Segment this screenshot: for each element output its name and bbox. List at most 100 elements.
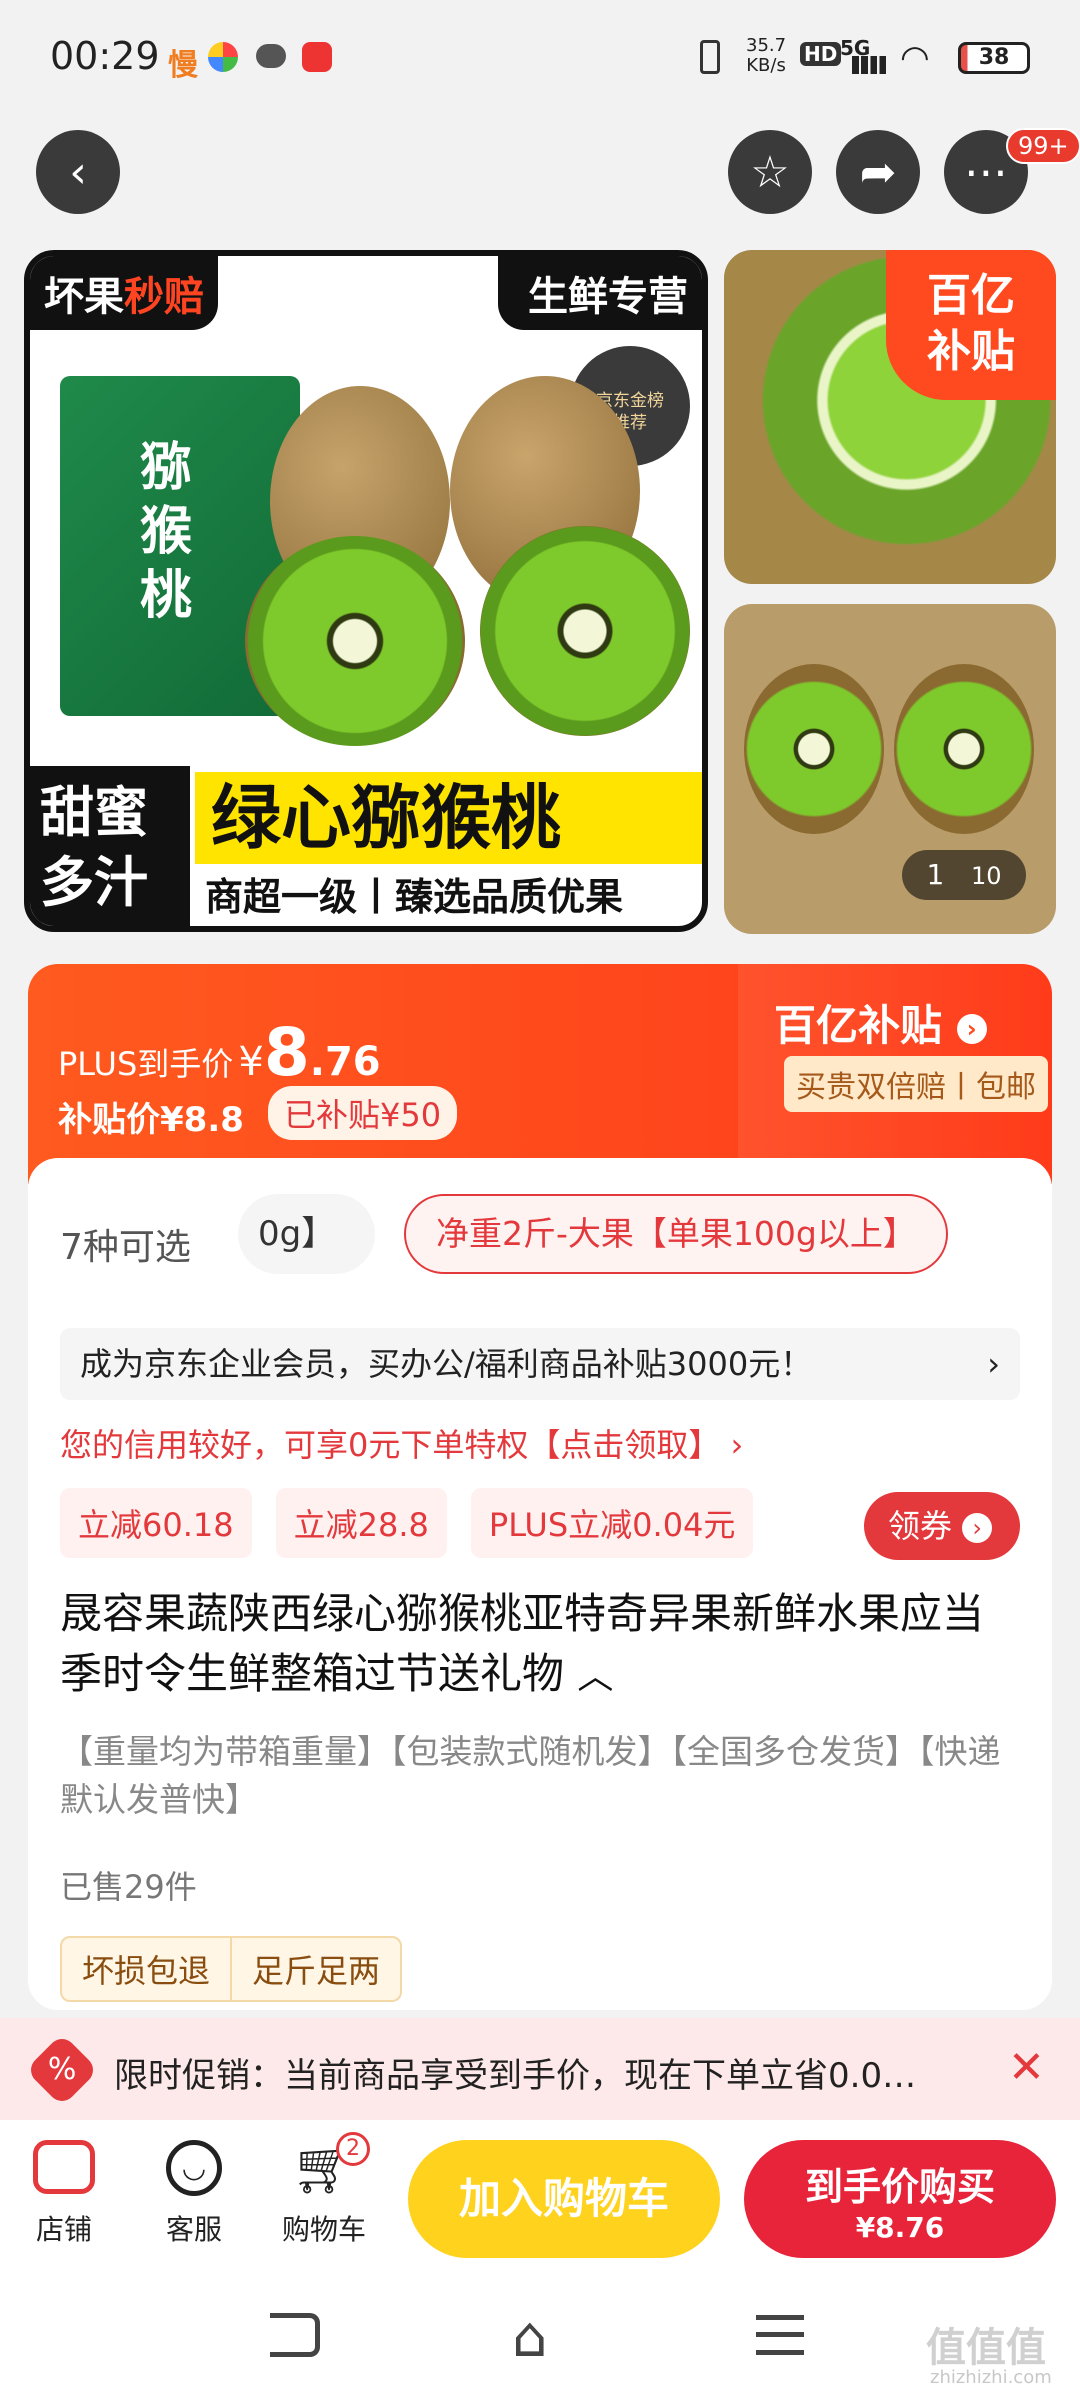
smile-icon: ◡ (166, 2140, 222, 2196)
option-selected[interactable]: 净重2斤-大果【单果100g以上】 (404, 1194, 948, 1274)
kiwi-half-1 (245, 536, 465, 746)
signal-bars-icon (852, 56, 886, 74)
wifi-icon: ◠ (900, 38, 930, 78)
app-notification-icon: 慢 (168, 48, 198, 83)
back-button[interactable]: ‹ (36, 130, 120, 214)
cart-button[interactable]: 🛒︎ 购物车 2 (276, 2132, 372, 2248)
bad-fruit-text: 坏果 (44, 274, 124, 320)
cart-badge: 2 (336, 2132, 370, 2166)
promo-text: 限时促销：当前商品享受到手价，现在下单立省0.0… (114, 2056, 917, 2096)
chevron-right-icon: › (962, 1513, 993, 1543)
banner-title: 绿心猕猴桃 (195, 772, 702, 864)
system-home-icon[interactable]: ⌂ (512, 2305, 548, 2370)
product-notes: 【重量均为带箱重量】【包装款式随机发】【全国多仓发货】【快递默认发普快】 (60, 1732, 1001, 1819)
billion-badge-line2: 补贴 (927, 326, 1015, 377)
credit-link[interactable]: 您的信用较好，可享0元下单特权【点击领取】 › (60, 1420, 743, 1466)
service-tags: 坏损包退 足斤足两 (60, 1936, 403, 2002)
hd-icon: HD (800, 42, 842, 66)
fresh-tag: 生鲜专营 (498, 256, 702, 330)
system-menu-icon[interactable] (756, 2315, 804, 2355)
watermark-logo: 值值值 (926, 2325, 1046, 2371)
product-thumb-2[interactable]: 1 10 (724, 604, 1056, 934)
chat-icon (256, 44, 286, 68)
share-button[interactable]: ➦ (836, 130, 920, 214)
vibrate-icon (700, 40, 720, 74)
product-thumb-1[interactable]: 百亿 补贴 (724, 250, 1056, 584)
credit-text: 您的信用较好，可享0元下单特权【点击领取】 (60, 1426, 721, 1464)
counter-current: 1 (926, 858, 945, 891)
subsidy-brand-sub: 买贵双倍赔丨包邮 (784, 1056, 1048, 1112)
star-icon: ☆ (750, 146, 790, 198)
favorite-star-button[interactable]: ☆ (728, 130, 812, 214)
system-back-icon[interactable] (270, 2313, 320, 2357)
bad-fruit-tag: 坏果秒赔 (30, 256, 218, 330)
discount-tag-3: PLUS立减0.04元 (470, 1488, 754, 1558)
coupon-label: 领券 (888, 1507, 953, 1545)
close-icon[interactable]: ✕ (1008, 2042, 1045, 2093)
share-icon: ➦ (859, 146, 897, 198)
subsidy-brand-text: 百亿补贴 (774, 1001, 943, 1050)
product-info-card: 7种可选 0g】 净重2斤-大果【单果100g以上】 成为京东企业会员，买办公/… (28, 1158, 1052, 2010)
net-speed: 35.7 KB/s (746, 36, 786, 76)
subsidy-brand-panel[interactable]: 百亿补贴 › 买贵双倍赔丨包邮 (738, 964, 1052, 1184)
product-title: 晟容果蔬陕西绿心猕猴桃亚特奇异果新鲜水果应当季时令生鲜整箱过节送礼物 ︿ (60, 1584, 1020, 1707)
subsidy-badge: 已补贴¥50 (268, 1086, 458, 1140)
bottom-action-bar: 店铺 ◡ 客服 🛒︎ 购物车 2 加入购物车 到手价购买 ¥8.76 (0, 2120, 1080, 2275)
kiwi-half-2 (480, 526, 690, 736)
banner-left-line1: 甜蜜 (40, 781, 148, 844)
plus-price-dec: .76 (309, 1039, 381, 1085)
subsidy-brand-title: 百亿补贴 › (774, 992, 987, 1053)
add-to-cart-button[interactable]: 加入购物车 (408, 2140, 720, 2258)
image-counter: 1 10 (902, 850, 1026, 900)
billion-badge-line1: 百亿 (927, 270, 1015, 321)
product-title-text: 晟容果蔬陕西绿心猕猴桃亚特奇异果新鲜水果应当季时令生鲜整箱过节送礼物 (60, 1589, 985, 1698)
plus-price-label: PLUS到手价 (58, 1045, 234, 1083)
plus-price-currency: ¥ (238, 1039, 264, 1085)
customer-service-button[interactable]: ◡ 客服 (154, 2140, 234, 2248)
chevron-right-icon: › (956, 1013, 987, 1044)
enterprise-text: 成为京东企业会员，买办公/福利商品补贴3000元！ (80, 1345, 813, 1383)
pinwheel-icon (208, 42, 238, 72)
cart-label: 购物车 (281, 2213, 366, 2246)
buy-now-label: 到手价购买 (804, 2165, 995, 2209)
shop-icon (33, 2140, 95, 2194)
option-prev[interactable]: 0g】 (238, 1194, 376, 1274)
banner-left: 甜蜜 多汁 (30, 766, 190, 926)
discount-tag-1: 立减60.18 (60, 1488, 252, 1558)
customer-service-label: 客服 (165, 2213, 222, 2246)
status-bar: 00:29 慢 35.7 KB/s HD 5G ◠ 38 (0, 0, 1080, 120)
service-tag-2: 足斤足两 (252, 1952, 381, 1990)
shop-button[interactable]: 店铺 (24, 2140, 104, 2248)
option-count[interactable]: 7种可选 (60, 1218, 191, 1270)
compensate-text: 秒赔 (124, 274, 204, 320)
sold-count: 已售29件 (60, 1868, 197, 1906)
notification-badge: 99+ (1006, 128, 1080, 164)
more-dots-icon: ⋯ (964, 146, 1008, 198)
plus-price: PLUS到手价 ¥8.76 (58, 1014, 381, 1091)
billion-subsidy-badge: 百亿 补贴 (886, 250, 1056, 400)
discount-tags: 立减60.18 立减28.8 PLUS立减0.04元 (60, 1488, 754, 1558)
banner-left-line2: 多汁 (40, 851, 148, 914)
gift-box-text: 猕猴桃 (140, 438, 193, 626)
counter-total: 10 (970, 862, 1002, 890)
watermark-url: zhizhizhi.com (930, 2367, 1052, 2388)
banner-sub: 商超一级丨臻选品质优果 (205, 875, 624, 919)
clock: 00:29 (50, 34, 160, 78)
promo-bar[interactable]: % 限时促销：当前商品享受到手价，现在下单立省0.0… ✕ (0, 2018, 1080, 2122)
battery-icon: 38 (958, 42, 1030, 74)
system-nav-bar: ⌂ 值值值 zhizhizhi.com (0, 2275, 1080, 2400)
product-main-image[interactable]: 坏果秒赔 生鲜专营 京东金榜 推荐 猕猴桃 甜蜜 多汁 绿心猕猴桃 商超一级丨臻… (24, 250, 708, 932)
enterprise-banner[interactable]: 成为京东企业会员，买办公/福利商品补贴3000元！ › (60, 1328, 1020, 1400)
kiwi-half-4 (894, 664, 1034, 834)
plus-price-int: 8 (263, 1014, 310, 1091)
price-banner: PLUS到手价 ¥8.76 补贴价¥8.8 已补贴¥50 百亿补贴 › 买贵双倍… (28, 964, 1052, 1184)
discount-tag-2: 立减28.8 (275, 1488, 447, 1558)
service-tag-1: 坏损包退 (62, 1938, 233, 2000)
chevron-up-icon[interactable]: ︿ (577, 1656, 613, 1697)
coupon-button[interactable]: 领券 › (864, 1492, 1020, 1560)
app-red-icon (302, 42, 332, 72)
shop-label: 店铺 (35, 2213, 92, 2246)
buy-now-price: ¥8.76 (855, 2211, 945, 2244)
buy-now-button[interactable]: 到手价购买 ¥8.76 (744, 2140, 1056, 2258)
net-speed-value: 35.7 (746, 35, 787, 56)
